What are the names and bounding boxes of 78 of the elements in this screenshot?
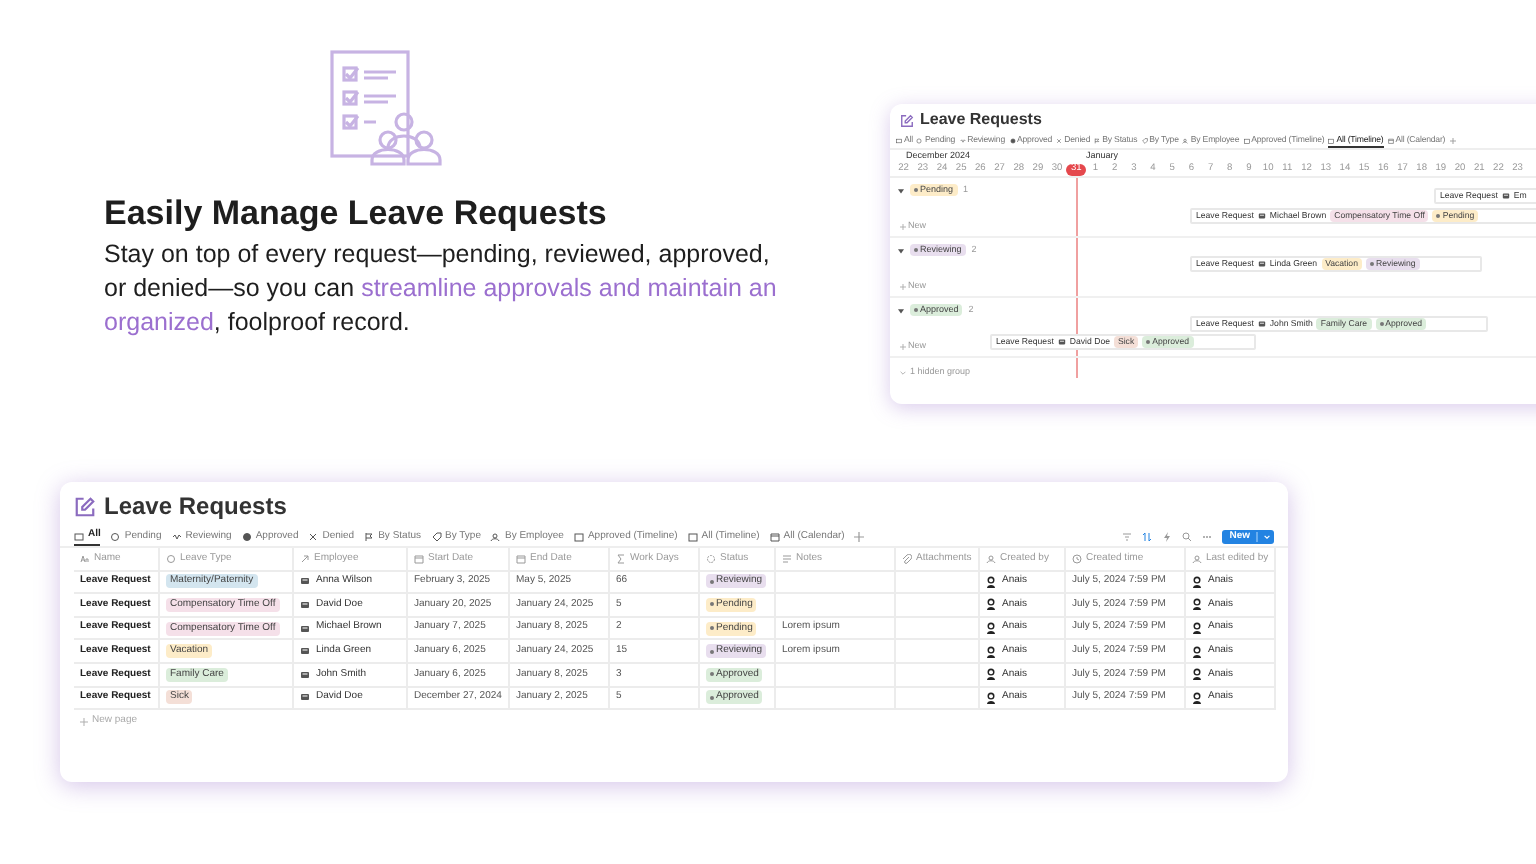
column-type-icon — [300, 553, 310, 564]
page-icon — [300, 623, 310, 634]
tab-icon — [110, 532, 121, 542]
page-icon — [1257, 212, 1266, 220]
avatar-icon — [1192, 575, 1202, 588]
page-icon — [1257, 320, 1266, 328]
tab-icon — [171, 532, 182, 542]
avatar-icon — [1192, 622, 1202, 635]
filter-icon[interactable] — [1121, 532, 1132, 542]
tab-icon — [490, 532, 501, 542]
avatar-icon — [986, 575, 996, 588]
column-type-icon — [616, 553, 626, 564]
heading: Easily Manage Leave Requests — [104, 192, 609, 235]
tab-icon — [1387, 138, 1394, 144]
add-view-icon[interactable] — [1449, 138, 1456, 144]
page-icon — [300, 692, 310, 703]
plus-icon — [900, 224, 906, 231]
tab-icon — [916, 138, 923, 144]
page-icon — [300, 646, 310, 657]
tab-icon — [364, 532, 375, 542]
page-icon — [1257, 260, 1266, 268]
avatar-icon — [986, 645, 996, 658]
sort-icon[interactable] — [1141, 532, 1152, 542]
column-type-icon — [80, 553, 90, 564]
column-type-icon — [166, 553, 176, 564]
page-icon — [300, 669, 310, 680]
column-type-icon — [1072, 553, 1082, 564]
add-view-icon[interactable] — [854, 532, 865, 542]
caret-icon[interactable] — [898, 247, 904, 254]
tab-icon — [1094, 138, 1101, 144]
tab-icon — [241, 532, 252, 542]
plus-icon — [80, 717, 88, 726]
tab-icon — [1182, 138, 1189, 144]
column-type-icon — [706, 553, 716, 564]
page-icon — [1057, 338, 1066, 346]
column-type-icon — [902, 553, 912, 564]
column-type-icon — [516, 553, 526, 564]
avatar-icon — [986, 598, 996, 611]
plus-icon — [900, 344, 906, 351]
column-type-icon — [414, 553, 424, 564]
column-type-icon — [782, 553, 792, 564]
column-type-icon — [986, 553, 996, 564]
avatar-icon — [986, 691, 996, 704]
avatar-icon — [1192, 691, 1202, 704]
caret-icon[interactable] — [898, 187, 904, 194]
lightning-icon[interactable] — [1161, 532, 1172, 542]
tab-icon — [431, 532, 441, 542]
tab-icon — [959, 138, 966, 144]
tab-icon — [1056, 138, 1063, 144]
tab-icon — [1141, 138, 1148, 144]
tab-icon — [1009, 138, 1015, 144]
avatar-icon — [986, 668, 996, 681]
avatar-icon — [1192, 668, 1202, 681]
checklist-people-icon — [328, 48, 448, 168]
page-icon — [300, 576, 310, 587]
view-title: Leave Requests — [104, 494, 287, 518]
caret-icon[interactable] — [898, 307, 904, 314]
plus-icon — [900, 284, 906, 291]
tab-icon — [308, 532, 319, 542]
avatar-icon — [1192, 598, 1202, 611]
edit-icon — [900, 113, 914, 127]
tab-icon — [1243, 138, 1250, 144]
tab-icon — [769, 532, 780, 542]
avatar-icon — [1192, 645, 1202, 658]
column-type-icon — [1192, 553, 1202, 564]
avatar-icon — [986, 622, 996, 635]
view-title: Leave Requests — [920, 112, 1042, 128]
tab-icon — [74, 531, 84, 541]
chevron-icon — [1264, 534, 1270, 540]
page-icon — [1501, 192, 1510, 200]
tab-icon — [573, 532, 584, 542]
tab-icon — [896, 138, 902, 144]
description: Stay on top of every request—pending, reviewed, approved, or denied—so you can streamline approvals and maintain an organized, foolproof record. — [104, 238, 779, 341]
tab-icon — [687, 532, 698, 542]
edit-icon — [74, 495, 96, 517]
page-icon — [300, 599, 310, 610]
search-icon[interactable] — [1181, 532, 1192, 542]
tab-icon — [1328, 137, 1335, 143]
